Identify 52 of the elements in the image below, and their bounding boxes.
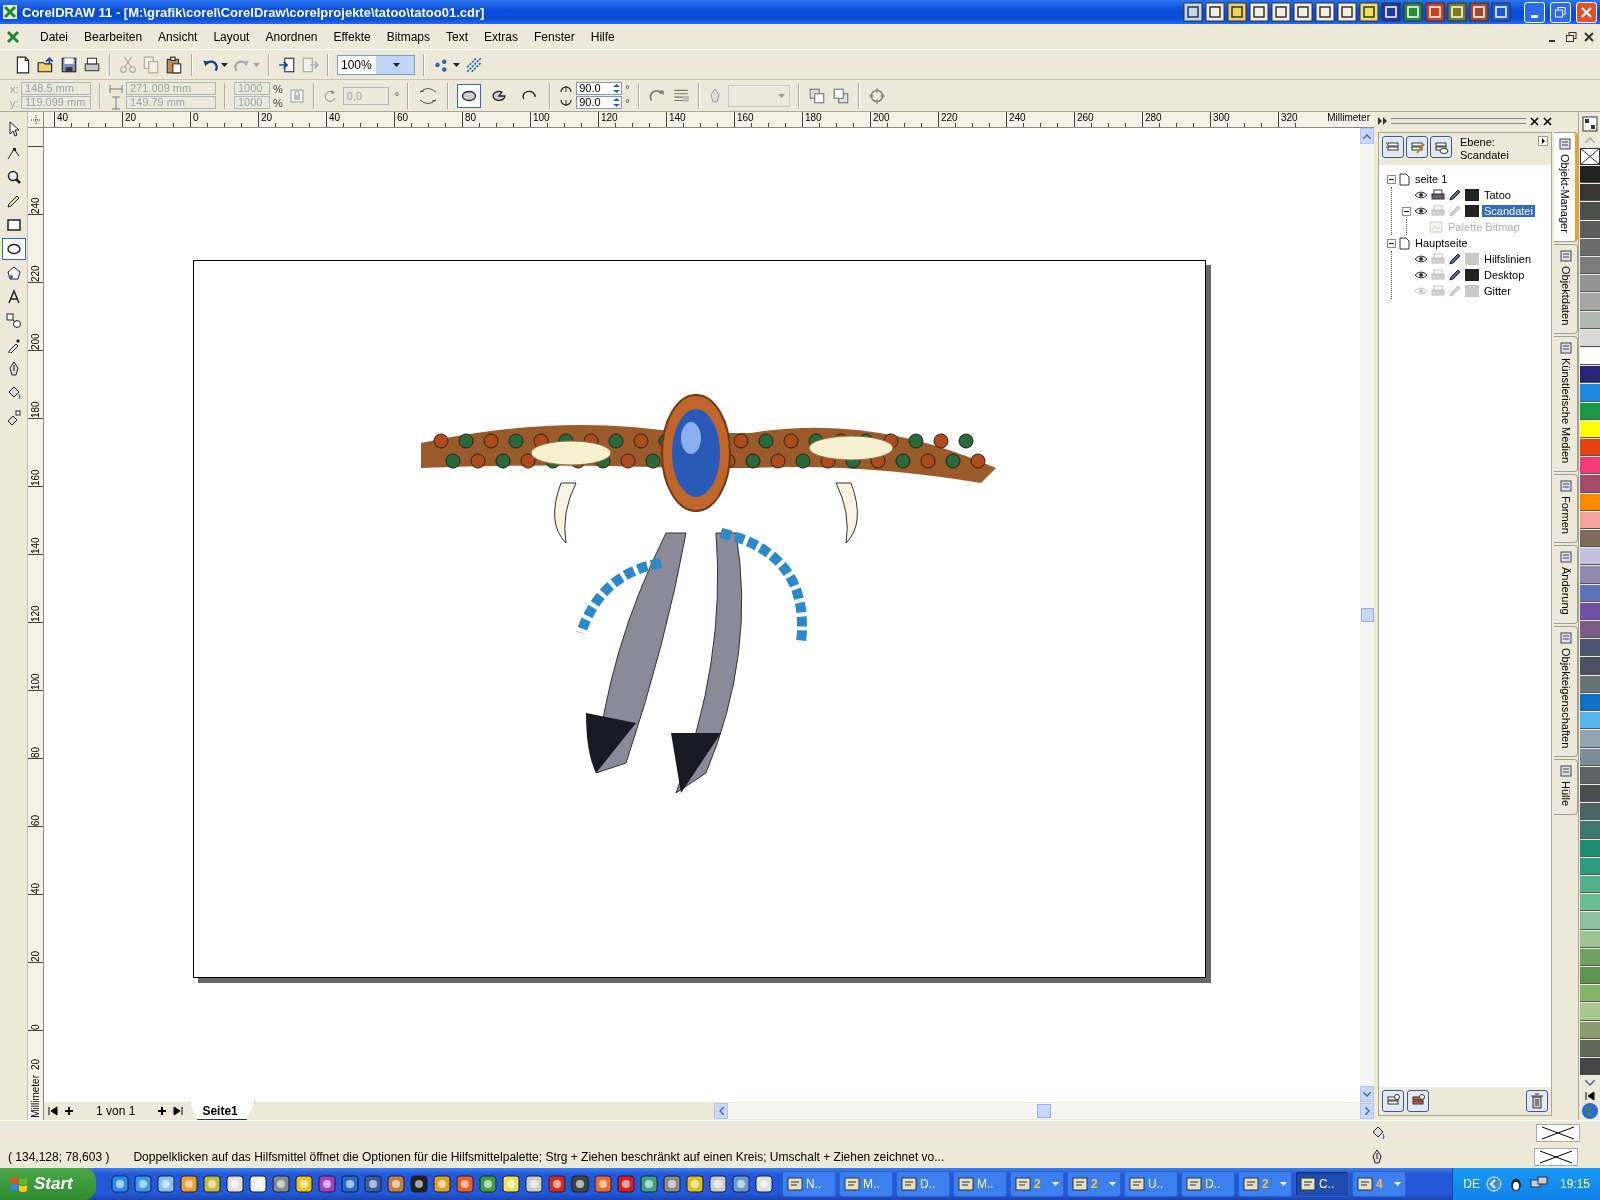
- menu-item[interactable]: Layout: [205, 27, 258, 46]
- page-tab[interactable]: Seite1: [189, 1102, 255, 1120]
- menu-item[interactable]: Anordnen: [257, 27, 326, 46]
- unit-label: °: [394, 89, 400, 102]
- unit-label: %: [273, 96, 283, 109]
- vertical-ruler: 240 220 200 180 160 140 120 100 80 60 40 20 0 20 Millimeter: [28, 128, 44, 1120]
- menu-item[interactable]: Text: [438, 27, 476, 46]
- layer-item[interactable]: Tatoo: [1482, 189, 1513, 201]
- cursor-coordinates: ( 134,128; 78,603 ): [7, 1150, 111, 1164]
- zoom-dropdown[interactable]: 100%: [337, 54, 415, 75]
- page-counter: 1 von 1: [95, 1104, 137, 1118]
- layer-item[interactable]: Gitter: [1482, 285, 1513, 297]
- docker-tab[interactable]: Änderung: [1554, 545, 1578, 624]
- start-button[interactable]: Start: [0, 1168, 96, 1200]
- docker-tab[interactable]: Objekteigenschaften: [1554, 626, 1578, 758]
- layer-item[interactable]: Hilfslinien: [1482, 253, 1534, 265]
- task-button[interactable]: M..: [953, 1171, 1007, 1197]
- menu-item[interactable]: Ansicht: [150, 27, 206, 46]
- menu-item[interactable]: Bearbeiten: [76, 27, 151, 46]
- menu-item[interactable]: Datei: [32, 27, 76, 46]
- menu-item[interactable]: Fenster: [526, 27, 583, 46]
- menu-item[interactable]: Extras: [476, 27, 527, 46]
- layer-item[interactable]: Scandatei: [1482, 205, 1535, 217]
- unit-label: °: [625, 96, 630, 109]
- label: y:: [10, 96, 18, 109]
- horizontal-ruler: 40 20 0 20 40 60 80 100 120 140 160 180 200 220 240 260 280 300 320 Millimeter: [44, 112, 1374, 128]
- layer-item[interactable]: Desktop: [1482, 269, 1527, 281]
- task-button[interactable]: N..: [782, 1171, 836, 1197]
- docker-tab[interactable]: Objekt-Manager: [1554, 132, 1578, 242]
- menu-item[interactable]: Hilfe: [582, 27, 623, 46]
- page-item[interactable]: seite 1: [1413, 173, 1450, 185]
- docker-tab[interactable]: Objektdaten: [1554, 243, 1578, 335]
- task-button[interactable]: U..: [1124, 1171, 1178, 1197]
- label: x:: [10, 82, 18, 95]
- task-button[interactable]: D..: [896, 1171, 950, 1197]
- window-title: CorelDRAW 11 - [M:\grafik\corel\CorelDraw\corelprojekte\tatoo\tatoo01.cdr]: [22, 4, 485, 20]
- docker-tab[interactable]: Formen: [1554, 474, 1578, 544]
- language-indicator: DE: [1463, 1177, 1480, 1191]
- task-button[interactable]: C..: [1295, 1171, 1349, 1197]
- current-layer-name: Scandatei: [1460, 149, 1510, 162]
- unit-label: %: [273, 82, 283, 95]
- task-button[interactable]: D..: [1181, 1171, 1235, 1197]
- docker-tab[interactable]: Künstlerische Medien: [1554, 336, 1578, 473]
- menu-item[interactable]: Effekte: [325, 27, 379, 46]
- docker-tab[interactable]: Hülle: [1554, 759, 1578, 816]
- layer-label: Ebene:: [1460, 136, 1496, 149]
- task-button[interactable]: M..: [839, 1171, 893, 1197]
- page-item[interactable]: Hauptseite: [1413, 237, 1470, 249]
- status-hint: Doppelklicken auf das Hilfsmittel öffnet die Optionen für die Hilfsmittelpalette; Strg + Ziehen beschränkt auf einen Kreis; Umschalt + Ziehen zeichnet vo...: [133, 1150, 946, 1164]
- clock: 19:15: [1559, 1177, 1590, 1191]
- unit-label: °: [625, 82, 630, 95]
- menu-item[interactable]: Bitmaps: [378, 27, 438, 46]
